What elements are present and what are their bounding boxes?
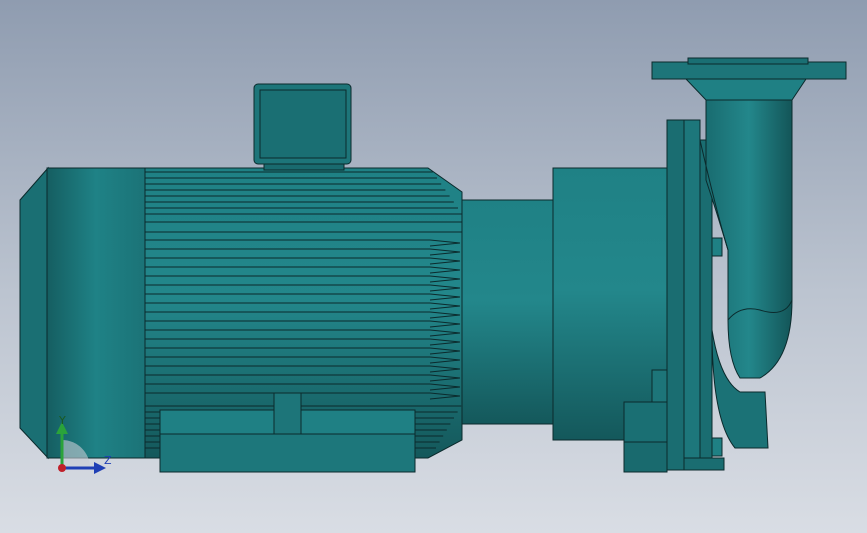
- coupling-shaft[interactable]: [461, 199, 555, 425]
- discharge-flange[interactable]: [651, 57, 847, 101]
- triad-plane: [62, 440, 90, 468]
- z-axis-label: Z: [104, 454, 112, 467]
- terminal-box[interactable]: [253, 83, 352, 171]
- 3d-viewport[interactable]: Y Z: [0, 0, 867, 533]
- origin-dot: [58, 464, 66, 472]
- bearing-housing[interactable]: [552, 167, 669, 441]
- pump-motor-model[interactable]: [0, 0, 867, 533]
- axis-triad: Y Z: [56, 414, 112, 474]
- y-axis-label: Y: [58, 414, 66, 427]
